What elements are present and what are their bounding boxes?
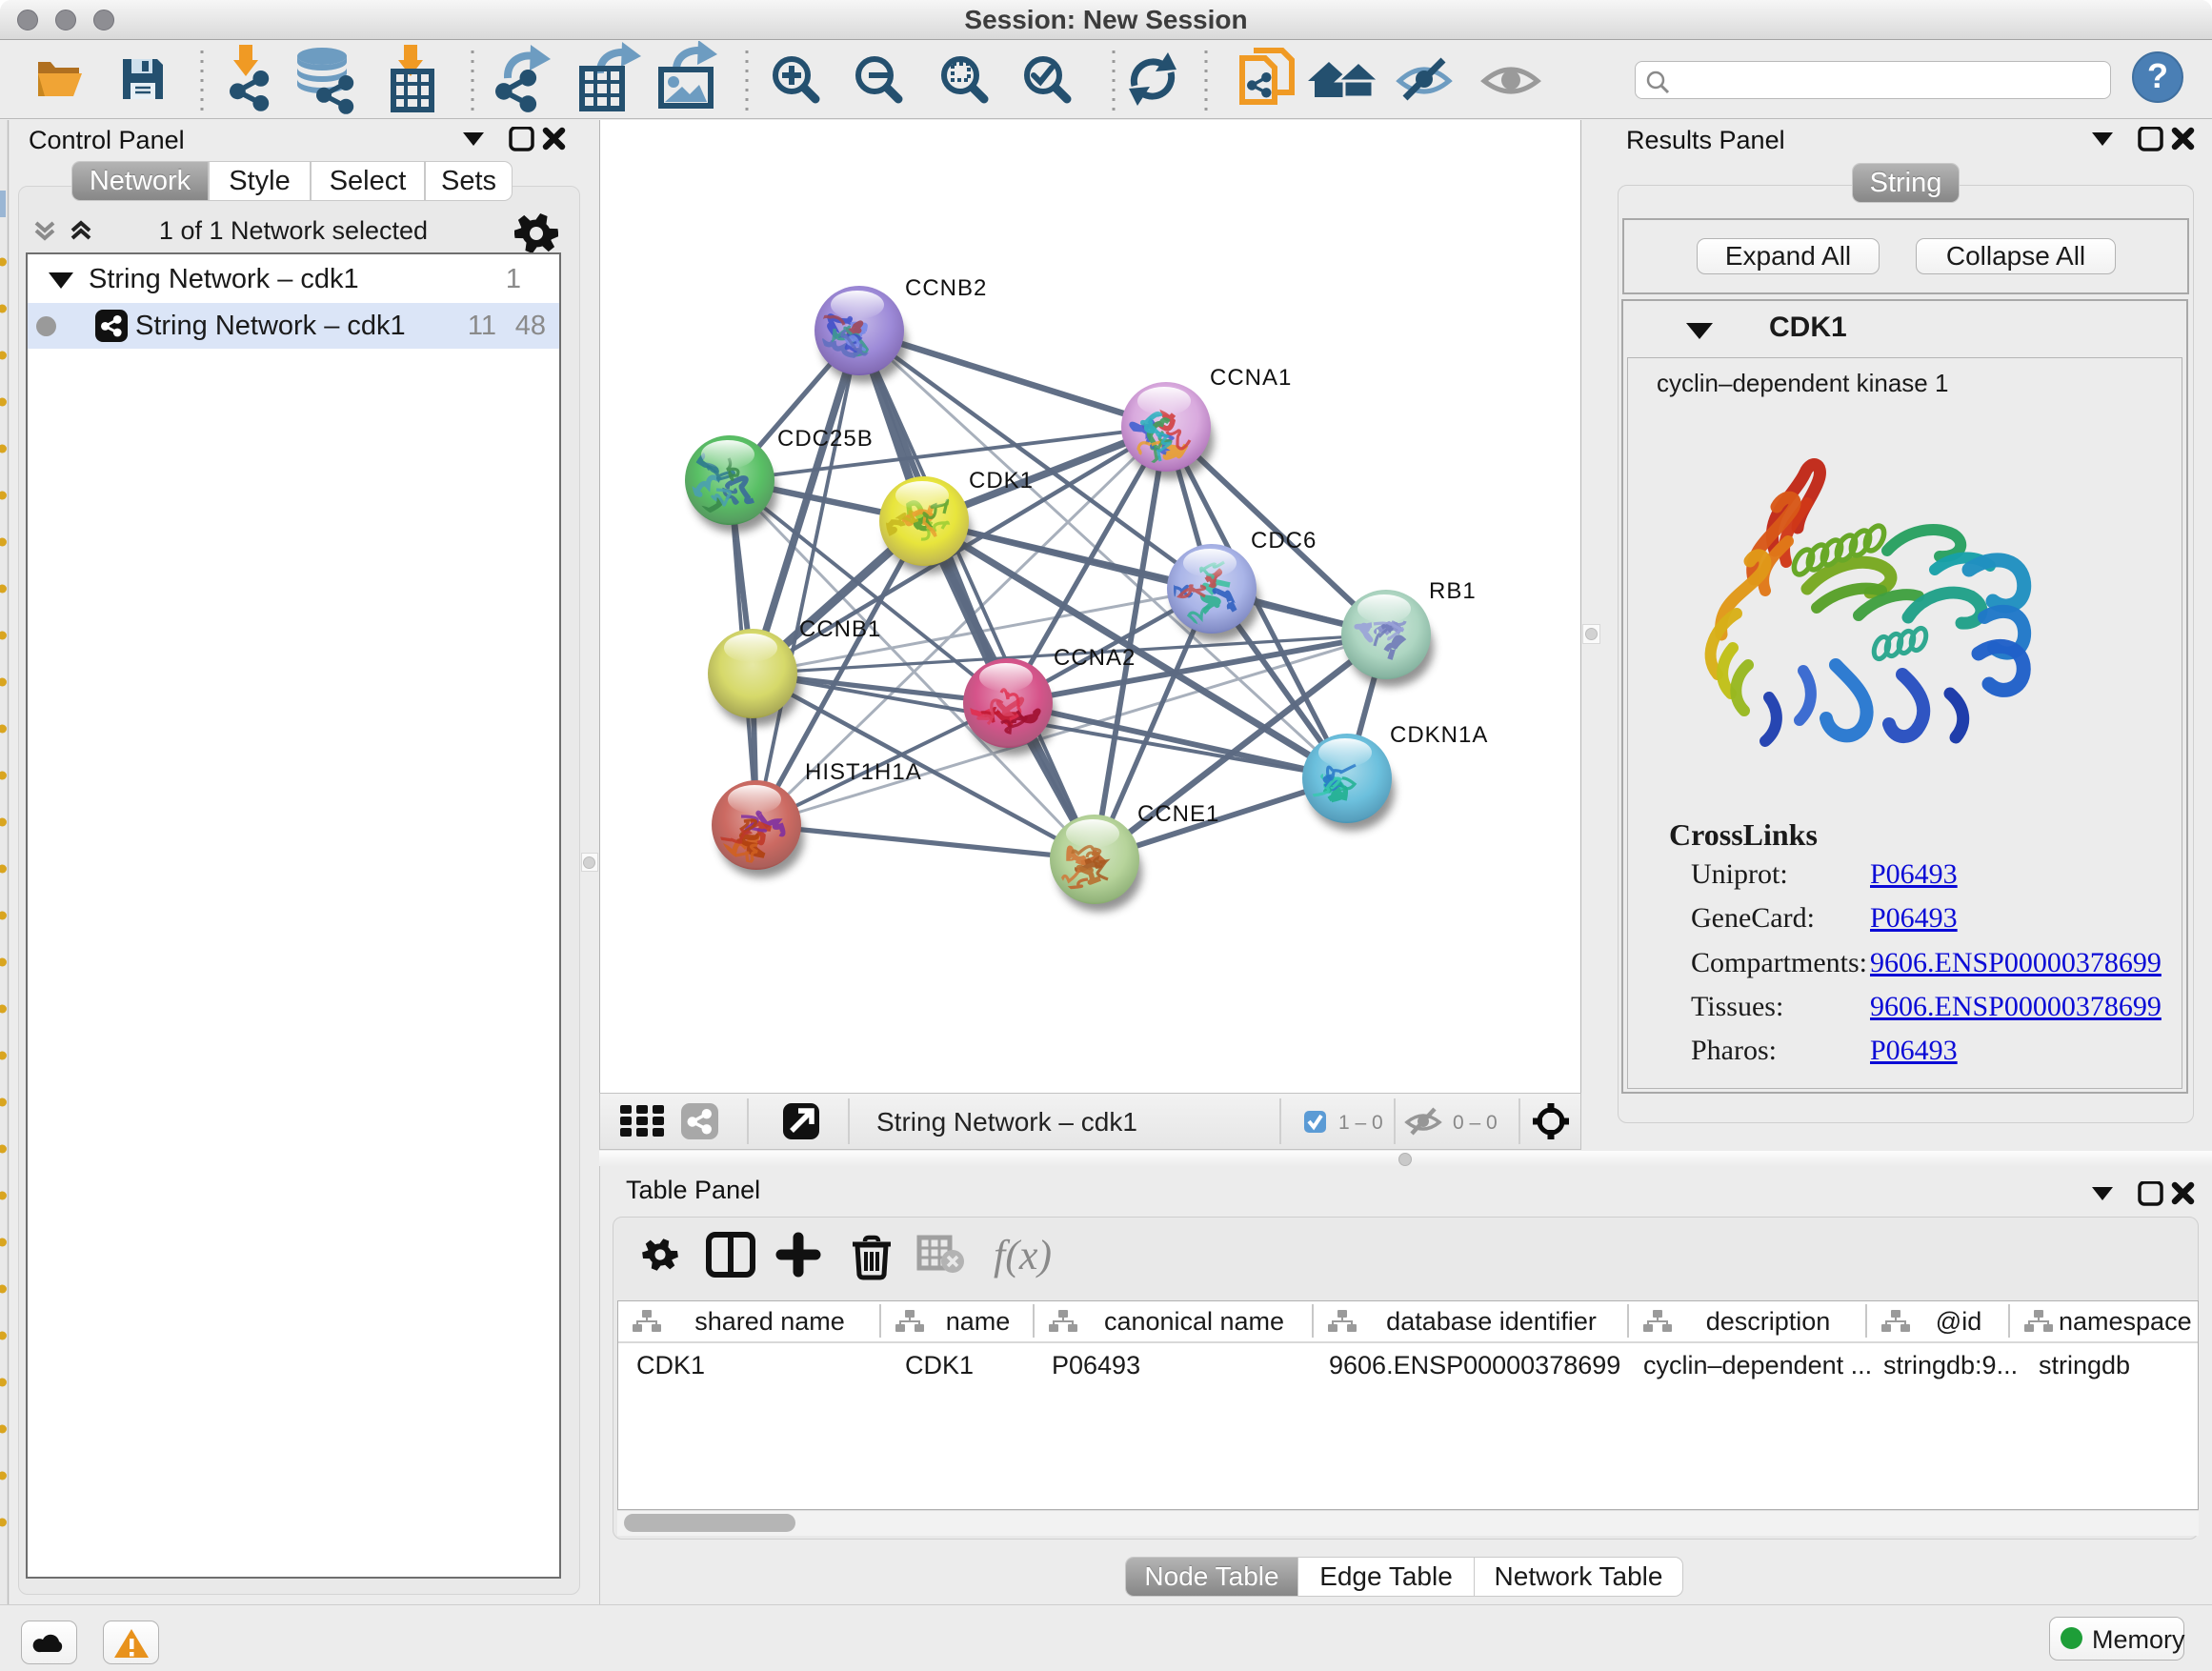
svg-text:RB1: RB1: [1429, 578, 1477, 604]
svg-text:CDK1: CDK1: [969, 468, 1034, 493]
svg-text:String Network – cdk1: String Network – cdk1: [876, 1107, 1137, 1137]
svg-text:CDC25B: CDC25B: [777, 426, 874, 452]
svg-text:1 – 0: 1 – 0: [1338, 1112, 1383, 1134]
svg-text:CDC6: CDC6: [1251, 528, 1317, 554]
svg-text:CCNA2: CCNA2: [1054, 645, 1136, 671]
svg-text:0 – 0: 0 – 0: [1453, 1112, 1498, 1134]
svg-text:HIST1H1A: HIST1H1A: [805, 759, 922, 785]
svg-text:CCNA1: CCNA1: [1210, 365, 1292, 391]
svg-text:CCNE1: CCNE1: [1137, 801, 1219, 827]
svg-text:f(x): f(x): [994, 1232, 1052, 1278]
svg-text:CCNB1: CCNB1: [799, 616, 881, 642]
svg-text:CCNB2: CCNB2: [905, 275, 987, 301]
svg-text:CDKN1A: CDKN1A: [1390, 722, 1488, 748]
